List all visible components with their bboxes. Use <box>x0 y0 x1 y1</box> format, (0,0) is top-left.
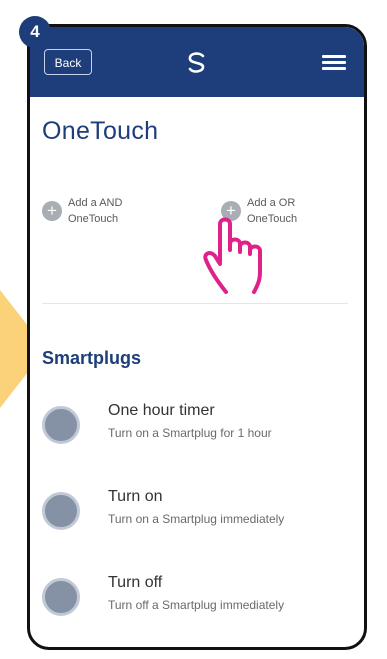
pointing-hand-icon <box>203 217 262 294</box>
list-item-one-hour-timer[interactable]: One hour timer Turn on a Smartplug for 1… <box>42 402 342 450</box>
screenshot-canvas: Back OneTouch + Add a AND OneTouch + Add… <box>0 0 387 659</box>
add-and-onetouch-button[interactable]: + Add a AND OneTouch <box>42 195 148 227</box>
item-title: One hour timer <box>108 402 215 419</box>
page-title: OneTouch <box>42 117 159 145</box>
list-item-turn-off[interactable]: Turn off Turn off a Smartplug immediatel… <box>42 574 342 622</box>
radio-circle-icon[interactable] <box>42 406 80 444</box>
section-divider <box>42 303 348 304</box>
radio-circle-icon[interactable] <box>42 492 80 530</box>
plus-circle-icon: + <box>42 201 62 221</box>
item-subtitle: Turn on a Smartplug immediately <box>108 512 285 526</box>
add-and-onetouch-label: Add a AND OneTouch <box>68 197 123 225</box>
phone-frame: Back OneTouch + Add a AND OneTouch + Add… <box>27 24 367 650</box>
back-button[interactable]: Back <box>44 49 92 75</box>
item-title: Turn off <box>108 574 163 591</box>
item-subtitle: Turn off a Smartplug immediately <box>108 598 285 612</box>
section-title-smartplugs: Smartplugs <box>42 348 142 368</box>
hamburger-menu-icon[interactable] <box>322 55 346 71</box>
app-header: Back <box>30 27 364 97</box>
step-number-badge: 4 <box>19 16 51 48</box>
radio-circle-icon[interactable] <box>42 578 80 616</box>
list-item-turn-on[interactable]: Turn on Turn on a Smartplug immediately <box>42 488 342 536</box>
item-subtitle: Turn on a Smartplug for 1 hour <box>108 426 272 440</box>
item-title: Turn on <box>108 488 163 505</box>
swirl-logo-icon <box>188 52 205 73</box>
